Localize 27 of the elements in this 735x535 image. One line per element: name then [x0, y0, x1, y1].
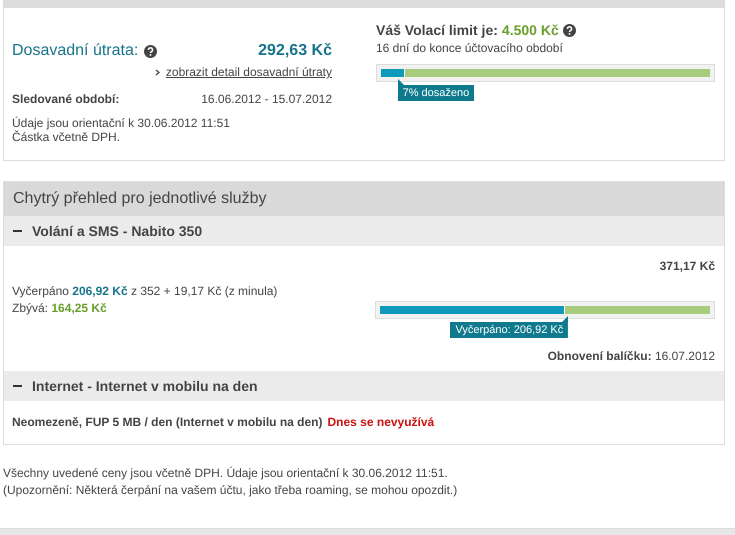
spending-title: Dosavadní útrata:	[12, 42, 138, 60]
period-value: 16.06.2012 - 15.07.2012	[201, 92, 332, 106]
note-text: Údaje jsou orientační k 30.06.2012 11:51	[12, 116, 231, 130]
chevron-icon	[154, 68, 160, 76]
spending-amount: 292,63 Kč	[258, 42, 332, 60]
footer-note: (Upozornění: Některá čerpání na vašem účtu, jako třeba roaming, se mohou opozdit.)	[3, 482, 458, 499]
service-title[interactable]: Internet - Internet v mobilu na den	[32, 378, 258, 394]
help-icon[interactable]	[144, 44, 158, 58]
services-title: Chytrý přehled pro jednotlivé služby	[13, 190, 266, 207]
remaining-text: Zbývá: 164,25 Kč	[12, 300, 108, 317]
days-left-text: 16 dní do konce účtovacího období	[376, 41, 564, 55]
limit-label: Váš Volací limit je:	[376, 22, 498, 38]
progress-tooltip: Vyčerpáno: 206,92 Kč	[450, 316, 568, 338]
renewal-date: 16.07.2012	[654, 349, 715, 363]
note-text: Částka včetně DPH.	[12, 130, 122, 144]
period-label: Sledované období:	[12, 92, 120, 106]
footer-note: Všechny uvedené ceny jsou včetně DPH. Údaje jsou orientační k 30.06.2012 11:51.	[3, 465, 449, 482]
limit-amount: 4.500 Kč	[502, 22, 559, 38]
used-text: Vyčerpáno 206,92 Kč z 352 + 19,17 Kč (z minula)	[12, 283, 278, 300]
detail-link[interactable]: zobrazit detail dosavadní útraty	[166, 65, 332, 79]
service-status: Dnes se nevyužívá	[328, 415, 434, 429]
package-total: 371,17 Kč	[660, 259, 715, 273]
progress-tooltip: 7% dosaženo	[398, 79, 474, 101]
help-icon[interactable]	[562, 24, 576, 36]
renewal-label: Obnovení balíčku:	[548, 349, 652, 363]
service-title[interactable]: Volání a SMS - Nabito 350	[32, 223, 202, 239]
service-description: Neomezeně, FUP 5 MB / den (Internet v mobilu na den)	[12, 415, 322, 429]
